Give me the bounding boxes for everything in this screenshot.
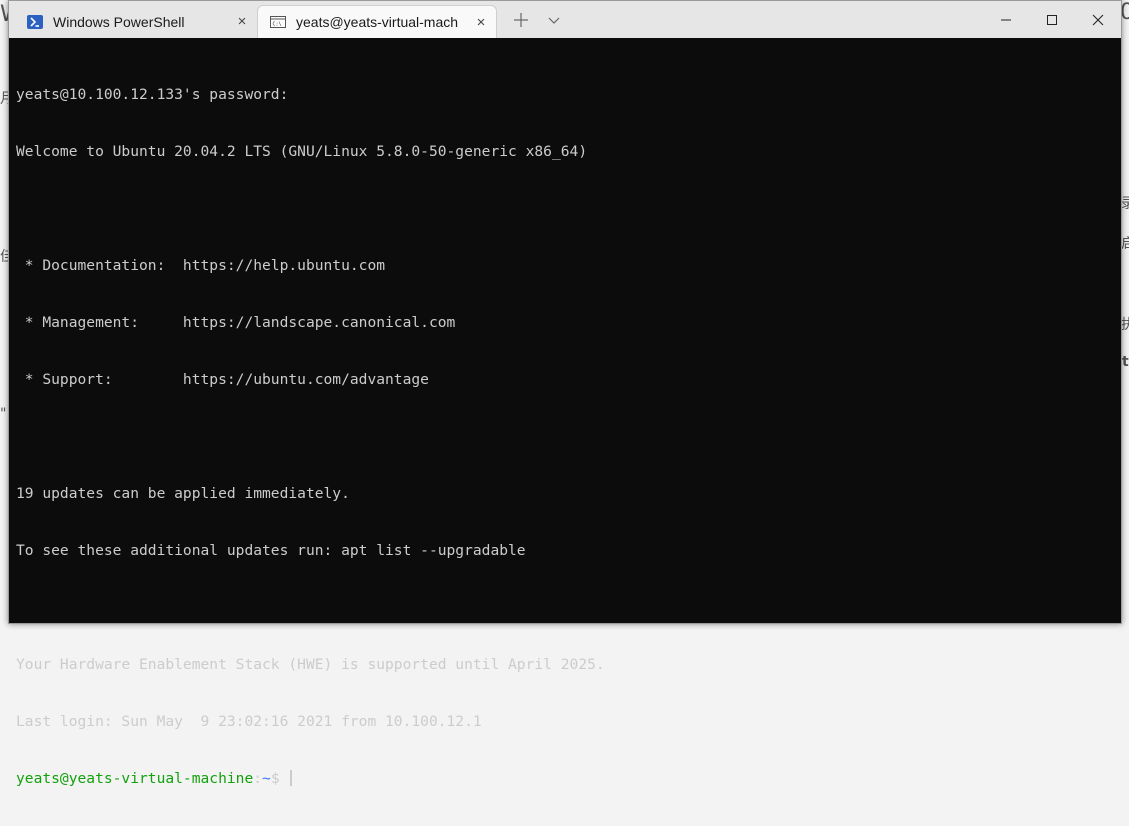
terminal-window: Windows PowerShell × C:\ yeats@yeats-vir… [8,0,1122,787]
text-cursor [290,770,293,786]
powershell-icon [27,14,43,29]
title-bar[interactable]: Windows PowerShell × C:\ yeats@yeats-vir… [9,1,1121,38]
background-fragment: 录 [1121,196,1129,212]
terminal-line: Last login: Sun May 9 23:02:16 2021 from… [16,713,482,730]
background-fragment: 启 [1121,236,1129,252]
terminal-line: * Support: https://ubuntu.com/advantage [16,371,429,388]
prompt-symbol: $ [270,770,289,787]
close-window-button[interactable] [1075,1,1121,38]
prompt-separator: : [253,770,263,787]
terminal-line: * Management: https://landscape.canonica… [16,314,456,331]
terminal-line: To see these additional updates run: apt… [16,542,526,559]
terminal-icon: C:\ [270,16,286,28]
terminal-line: 19 updates can be applied immediately. [16,485,350,502]
plus-icon [514,13,528,27]
tab-ssh-session[interactable]: C:\ yeats@yeats-virtual-mach × [257,5,497,38]
terminal-line: Your Hardware Enablement Stack (HWE) is … [16,656,605,673]
minimize-button[interactable] [983,1,1029,38]
maximize-icon [1047,14,1057,25]
tab-label: Windows PowerShell [53,13,185,30]
close-icon [1092,14,1104,25]
terminal-output[interactable]: yeats@10.100.12.133's password: Welcome … [16,47,1121,787]
prompt-user-host: yeats@yeats-virtual-machine [16,770,254,787]
new-tab-button[interactable] [505,5,537,35]
chevron-down-icon [548,17,560,24]
background-fragment: t [1122,354,1129,370]
prompt-path: ~ [262,770,271,787]
tab-dropdown-button[interactable] [539,5,569,35]
minimize-icon [1001,19,1011,20]
background-fragment: " [0,406,7,422]
background-fragment: 执 [1121,317,1129,333]
tab-windows-powershell[interactable]: Windows PowerShell × [15,5,257,38]
close-tab-icon[interactable]: × [227,13,257,30]
shell-prompt[interactable]: yeats@yeats-virtual-machine:~$ [16,769,1121,788]
tab-label: yeats@yeats-virtual-mach [296,14,459,30]
terminal-line: * Documentation: https://help.ubuntu.com [16,257,386,274]
terminal-line: Welcome to Ubuntu 20.04.2 LTS (GNU/Linux… [16,143,588,160]
svg-text:C:\: C:\ [273,22,282,28]
terminal-line: yeats@10.100.12.133's password: [16,86,289,103]
maximize-button[interactable] [1029,1,1075,38]
close-tab-icon[interactable]: × [466,14,496,31]
